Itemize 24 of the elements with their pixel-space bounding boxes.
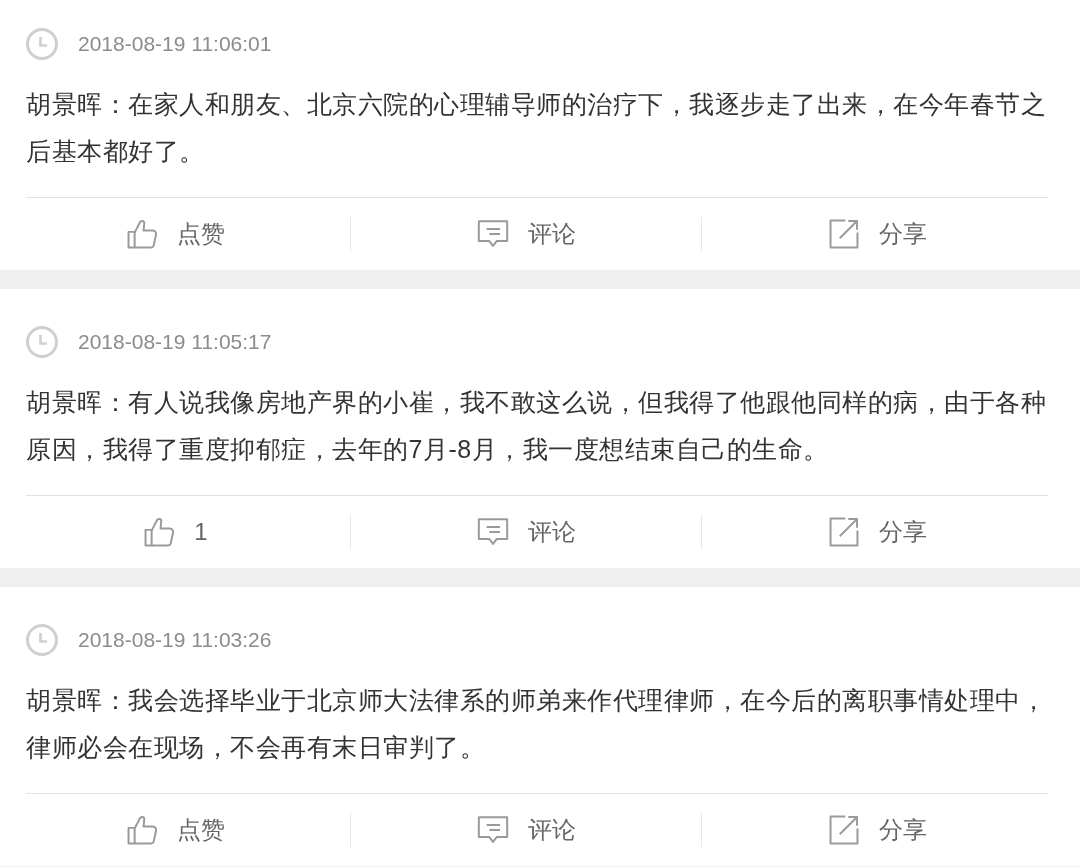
share-button[interactable]: 分享 (702, 198, 1052, 270)
timestamp: 2018-08-19 11:03:26 (78, 628, 272, 652)
comment-button[interactable]: 评论 (351, 794, 701, 866)
timestamp: 2018-08-19 11:05:17 (78, 330, 272, 354)
timestamp: 2018-08-19 11:06:01 (78, 32, 272, 56)
post-text: 胡景晖：有人说我像房地产界的小崔，我不敢这么说，但我得了他跟他同样的病，由于各种原因，我得了重度抑郁症，去年的7月-8月，我一度想结束自己的生命。 (26, 387, 1047, 465)
share-icon (827, 217, 861, 251)
thumbs-up-icon (142, 515, 177, 549)
like-button[interactable]: 1 (0, 496, 350, 568)
thumbs-up-icon (125, 217, 159, 251)
comment-button[interactable]: 评论 (351, 496, 701, 568)
thumbs-up-icon (125, 813, 159, 847)
clock-icon (26, 326, 58, 358)
clock-icon (26, 624, 58, 656)
share-button[interactable]: 分享 (702, 496, 1052, 568)
like-button[interactable]: 点赞 (0, 794, 350, 866)
post-text: 胡景晖：我会选择毕业于北京师大法律系的师弟来作代理律师，在今后的离职事情处理中，律师必会在现场，不会再有末日审判了。 (26, 685, 1047, 763)
share-button[interactable]: 分享 (702, 794, 1052, 866)
share-icon (827, 515, 861, 549)
post-text: 胡景晖：在家人和朋友、北京六院的心理辅导师的治疗下，我逐步走了出来，在今年春节之后基本都好了。 (26, 89, 1047, 167)
like-button[interactable]: 点赞 (0, 198, 350, 270)
share-icon (827, 813, 861, 847)
clock-icon (26, 28, 58, 60)
comment-button[interactable]: 评论 (351, 198, 701, 270)
